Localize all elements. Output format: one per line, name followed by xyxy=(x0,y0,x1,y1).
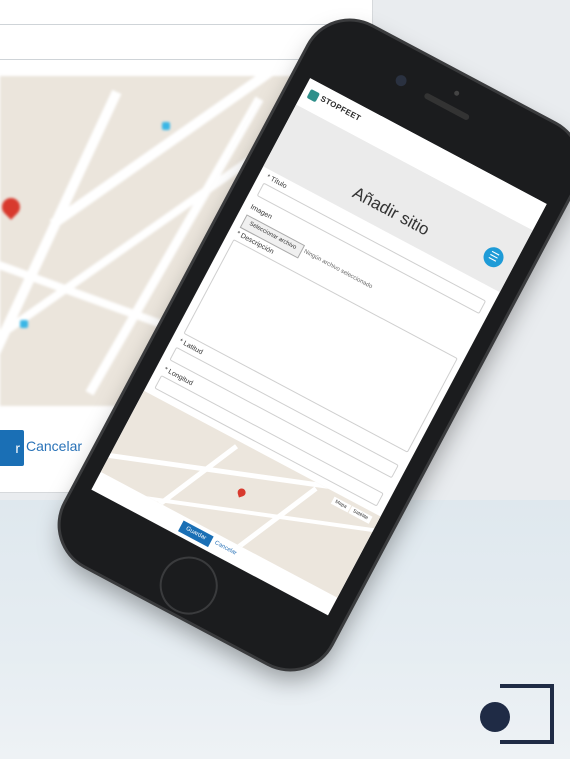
brand-dot-icon xyxy=(480,702,510,732)
brand-logo xyxy=(480,684,560,749)
phone-device: STOPFEET Añadir sitio ☰ * Título Imagen … xyxy=(44,5,570,685)
stopfeet-logo-icon xyxy=(306,88,321,103)
map-pin-icon[interactable] xyxy=(236,487,247,498)
phone-mockup-wrapper: STOPFEET Añadir sitio ☰ * Título Imagen … xyxy=(0,0,570,759)
map-type-map-button[interactable]: Mapa xyxy=(330,496,351,513)
map-type-satellite-button[interactable]: Satélite xyxy=(348,505,373,524)
